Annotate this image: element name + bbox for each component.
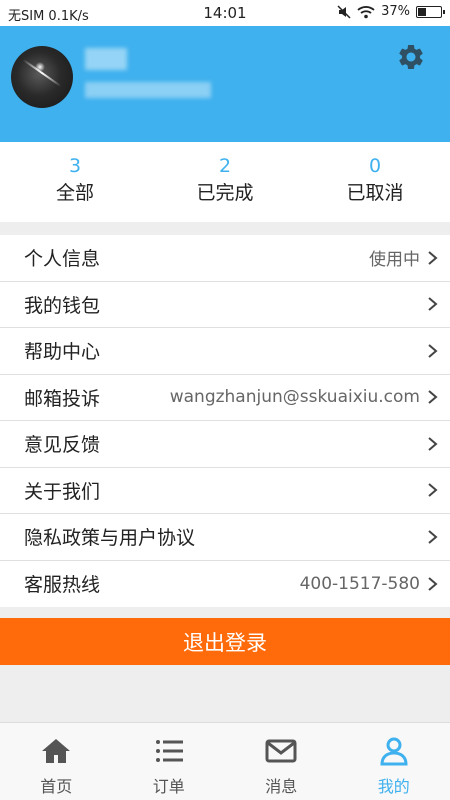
user-info-redacted bbox=[85, 82, 211, 98]
logout-button[interactable]: 退出登录 bbox=[0, 618, 450, 665]
chevron-right-icon bbox=[428, 436, 438, 451]
stat-cancelled[interactable]: 0 已取消 bbox=[300, 142, 450, 222]
menu-item-label: 意见反馈 bbox=[24, 434, 101, 457]
user-icon bbox=[380, 737, 408, 766]
chevron-right-icon bbox=[428, 483, 438, 498]
stat-count: 2 bbox=[218, 155, 232, 177]
stat-completed[interactable]: 2 已完成 bbox=[150, 142, 300, 222]
stat-all[interactable]: 3 全部 bbox=[0, 142, 150, 222]
menu-item-privacy-policy[interactable]: 隐私政策与用户协议 bbox=[0, 514, 450, 561]
status-bar: 无SIM 0.1K/s 14:01 37% bbox=[0, 0, 450, 26]
menu-item-wallet[interactable]: 我的钱包 bbox=[0, 282, 450, 328]
menu-item-about-us[interactable]: 关于我们 bbox=[0, 468, 450, 514]
chevron-right-icon bbox=[428, 576, 438, 591]
menu-item-label: 邮箱投诉 bbox=[24, 387, 101, 410]
tab-label: 首页 bbox=[40, 777, 73, 796]
status-icons: 37% bbox=[337, 4, 445, 19]
list-icon bbox=[155, 740, 183, 762]
avatar[interactable] bbox=[11, 46, 73, 108]
tab-messages[interactable]: 消息 bbox=[225, 723, 338, 800]
wifi-icon bbox=[357, 5, 375, 18]
menu-item-help-center[interactable]: 帮助中心 bbox=[0, 328, 450, 375]
chevron-right-icon bbox=[428, 250, 438, 265]
profile-header bbox=[0, 26, 450, 142]
menu-item-value: 400-1517-580 bbox=[299, 573, 420, 594]
tab-label: 消息 bbox=[265, 777, 298, 796]
menu-item-label: 关于我们 bbox=[24, 480, 101, 503]
username-redacted bbox=[85, 48, 127, 70]
menu-item-label: 客服热线 bbox=[24, 574, 101, 597]
stat-label: 已取消 bbox=[346, 182, 404, 204]
tab-label: 订单 bbox=[152, 777, 185, 796]
tab-mine[interactable]: 我的 bbox=[338, 723, 450, 800]
menu-item-value: wangzhanjun@sskuaixiu.com bbox=[169, 387, 420, 408]
tab-orders[interactable]: 订单 bbox=[113, 723, 226, 800]
tab-label: 我的 bbox=[377, 777, 410, 796]
menu-item-personal-info[interactable]: 个人信息 使用中 bbox=[0, 235, 450, 282]
chevron-right-icon bbox=[428, 343, 438, 358]
stat-label: 全部 bbox=[55, 182, 94, 204]
battery-level bbox=[418, 7, 426, 16]
menu-item-label: 隐私政策与用户协议 bbox=[24, 527, 196, 550]
menu-item-service-hotline[interactable]: 客服热线 400-1517-580 bbox=[0, 561, 450, 608]
gear-icon[interactable] bbox=[396, 42, 426, 72]
bottom-tab-bar: 首页 订单 消息 我的 bbox=[0, 722, 450, 800]
menu-item-label: 个人信息 bbox=[24, 248, 101, 271]
menu-item-label: 帮助中心 bbox=[24, 341, 101, 364]
stat-label: 已完成 bbox=[196, 182, 254, 204]
home-icon bbox=[42, 739, 71, 763]
order-stats: 3 全部 2 已完成 0 已取消 bbox=[0, 142, 450, 222]
menu-item-feedback[interactable]: 意见反馈 bbox=[0, 421, 450, 468]
menu-item-email-complaint[interactable]: 邮箱投诉 wangzhanjun@sskuaixiu.com bbox=[0, 375, 450, 421]
battery-icon bbox=[416, 5, 445, 18]
stat-count: 3 bbox=[68, 155, 82, 177]
settings-menu: 个人信息 使用中 我的钱包 帮助中心 邮箱投诉 wangzhanjun@ssku… bbox=[0, 235, 450, 607]
mute-icon bbox=[337, 4, 351, 19]
menu-item-label: 我的钱包 bbox=[24, 294, 101, 317]
chevron-right-icon bbox=[428, 390, 438, 405]
chevron-right-icon bbox=[428, 297, 438, 312]
battery-percent: 37% bbox=[381, 4, 410, 19]
tab-home[interactable]: 首页 bbox=[0, 723, 113, 800]
stat-count: 0 bbox=[368, 155, 382, 177]
menu-item-value: 使用中 bbox=[369, 250, 420, 271]
chevron-right-icon bbox=[428, 529, 438, 544]
mail-icon bbox=[265, 739, 297, 763]
